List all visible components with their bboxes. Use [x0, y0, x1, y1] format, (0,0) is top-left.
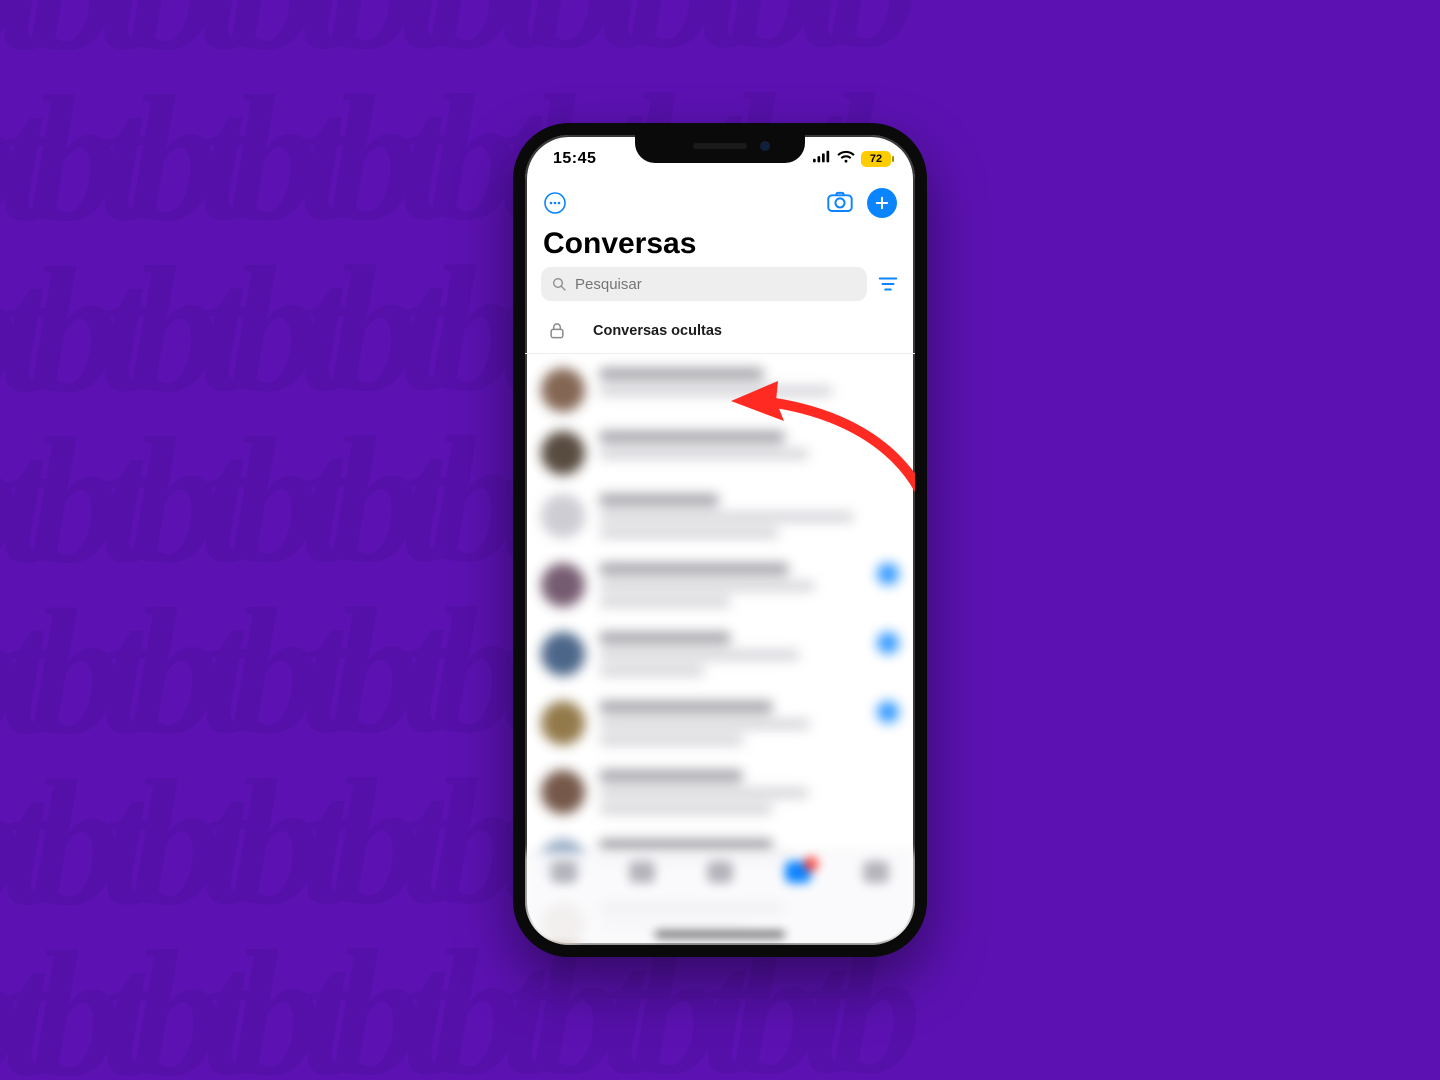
unread-badge — [877, 701, 899, 723]
list-item[interactable] — [525, 486, 915, 555]
tab-settings[interactable] — [850, 861, 902, 901]
avatar — [541, 368, 585, 412]
phone-notch — [635, 133, 805, 163]
avatar — [541, 701, 585, 745]
tab-chats[interactable] — [772, 861, 824, 901]
cellular-signal-icon — [813, 150, 831, 169]
hidden-chats-label: Conversas ocultas — [593, 323, 722, 339]
lock-icon — [543, 321, 571, 341]
avatar — [541, 494, 585, 538]
battery-percent: 72 — [870, 153, 882, 165]
list-item[interactable] — [525, 423, 915, 486]
filter-button[interactable] — [877, 273, 899, 295]
search-row — [525, 267, 915, 309]
unread-badge — [877, 632, 899, 654]
avatar — [541, 431, 585, 475]
plus-icon — [873, 194, 891, 212]
list-item[interactable] — [525, 555, 915, 624]
tab-badge — [804, 857, 818, 871]
camera-button[interactable] — [827, 190, 853, 216]
search-icon — [551, 276, 567, 292]
tab-bar — [525, 852, 915, 945]
more-circle-icon — [543, 191, 567, 215]
avatar — [541, 563, 585, 607]
tab-updates[interactable] — [538, 861, 590, 901]
list-item[interactable] — [525, 360, 915, 423]
search-field[interactable] — [541, 267, 867, 301]
battery-indicator: 72 — [861, 151, 891, 167]
home-indicator — [655, 932, 785, 937]
tab-calls[interactable] — [616, 861, 668, 901]
list-item[interactable] — [525, 624, 915, 693]
phone-mockup: 15:45 72 — [513, 123, 927, 957]
avatar — [541, 632, 585, 676]
app-header — [525, 183, 915, 223]
tab-communities[interactable] — [694, 861, 746, 901]
page-title: Conversas — [525, 223, 915, 267]
wifi-icon — [837, 150, 855, 169]
unread-badge — [877, 563, 899, 585]
search-input[interactable] — [573, 275, 857, 294]
list-item[interactable] — [525, 693, 915, 762]
hidden-chats-row[interactable]: Conversas ocultas — [525, 309, 915, 354]
promo-background: tbtbtbtbtbtbtbtbtbtb tbtbtbtbtbtbtbtbtbt… — [0, 0, 1440, 1080]
list-item[interactable] — [525, 762, 915, 831]
status-time: 15:45 — [553, 150, 596, 168]
new-chat-button[interactable] — [867, 188, 897, 218]
avatar — [541, 770, 585, 814]
filter-icon — [877, 273, 899, 295]
camera-icon — [827, 191, 853, 213]
more-options-button[interactable] — [543, 191, 567, 215]
